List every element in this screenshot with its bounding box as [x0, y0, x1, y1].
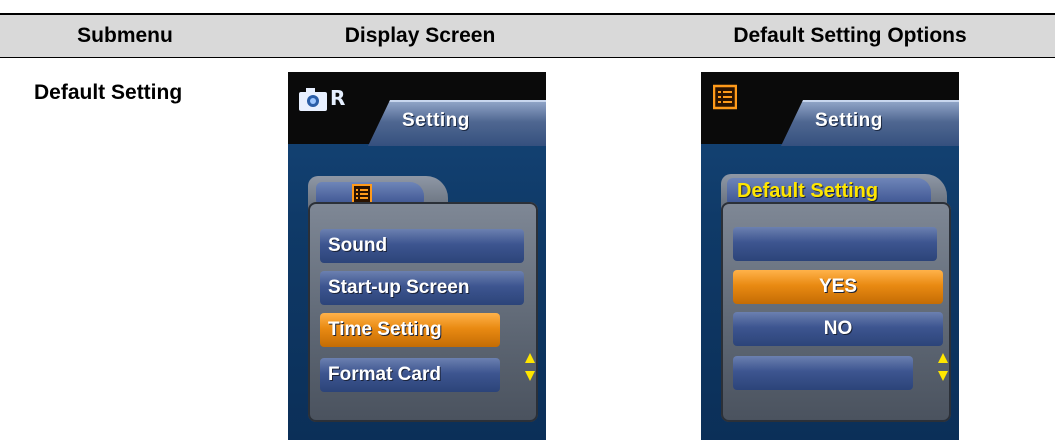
column-header-display-screen: Display Screen — [344, 24, 496, 47]
default-setting-options-screen: Setting Default Setting YES NO — [701, 72, 959, 440]
setting-tab-label-right: Setting — [815, 110, 883, 131]
display-screen-settings: R Setting Sound Start-up Screen Time Set… — [288, 72, 546, 440]
column-header-submenu: Submenu — [77, 24, 173, 47]
setting-tab-right[interactable]: Setting — [781, 100, 959, 146]
row-label-default-setting: Default Setting — [34, 81, 183, 104]
panel-title: Default Setting — [737, 180, 879, 202]
menu-item-startup-screen[interactable]: Start-up Screen — [320, 271, 524, 305]
camera-icon — [299, 88, 327, 111]
setting-tab-label: Setting — [402, 110, 470, 131]
scroll-updown-icon[interactable] — [524, 352, 536, 382]
option-no[interactable]: NO — [733, 312, 943, 346]
mode-indicator: R — [330, 86, 346, 110]
menu-list-icon — [713, 84, 737, 110]
option-blank-top — [733, 227, 937, 261]
column-header-default-options: Default Setting Options — [733, 24, 967, 47]
setting-tab[interactable]: Setting — [368, 100, 546, 146]
scroll-updown-icon[interactable] — [937, 352, 949, 382]
table-header-row: Submenu Display Screen Default Setting O… — [0, 13, 1055, 58]
menu-item-format-card[interactable]: Format Card — [320, 358, 500, 392]
menu-item-sound[interactable]: Sound — [320, 229, 524, 263]
menu-list-icon — [352, 184, 372, 204]
menu-item-time-setting[interactable]: Time Setting — [320, 313, 500, 347]
option-blank-bottom — [733, 356, 913, 390]
option-yes[interactable]: YES — [733, 270, 943, 304]
